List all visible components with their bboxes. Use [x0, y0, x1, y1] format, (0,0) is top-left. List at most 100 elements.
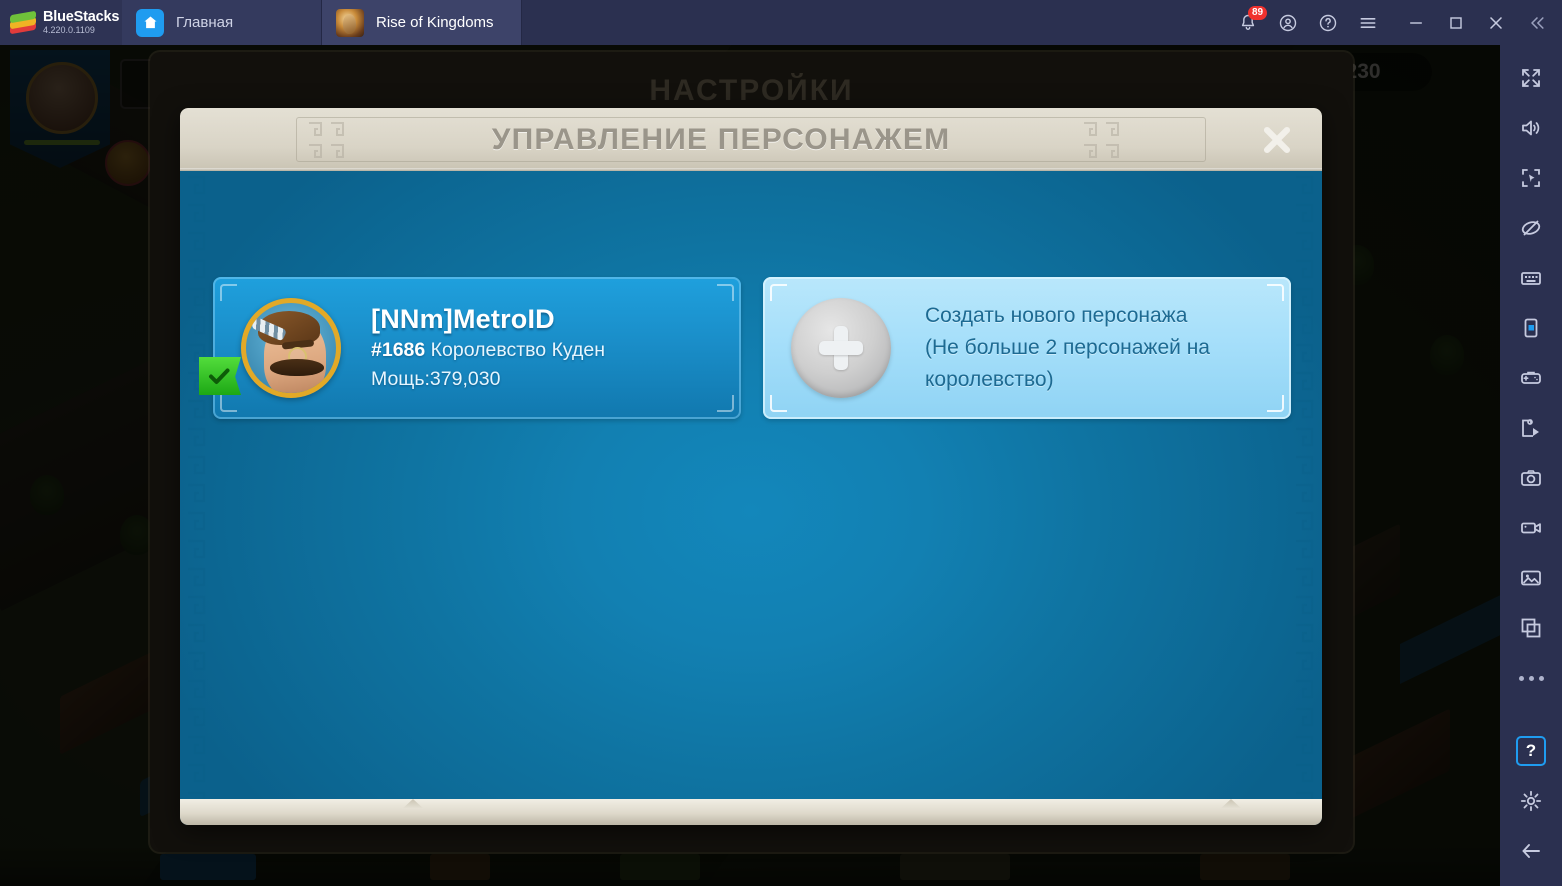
arrow-left-icon [1522, 844, 1540, 858]
card-corner [717, 395, 734, 412]
notifications-button[interactable]: 89 [1228, 0, 1268, 45]
footer-notch [402, 799, 424, 809]
character-name: [NNm]MetroID [371, 304, 555, 334]
character-management-dialog: УПРАВЛЕНИЕ ПЕРСОНАЖЕМ [NNm]MetroID #1686… [180, 108, 1322, 825]
tab-home-label: Главная [176, 14, 234, 31]
dialog-body: [NNm]MetroID #1686 Королевство Куден Мощ… [180, 171, 1322, 825]
ellipsis-icon [1518, 675, 1544, 681]
create-character-card[interactable]: Создать нового персонажа (Не больше 2 пе… [763, 277, 1291, 419]
notification-badge: 89 [1248, 6, 1268, 20]
double-chevron-left-icon [1531, 16, 1544, 29]
sidebar-item-keyboard-controls[interactable] [1507, 253, 1555, 303]
avatar-moustache [270, 359, 324, 376]
bluestacks-logo-icon [10, 10, 36, 36]
tab-rise-of-kingdoms[interactable]: Rise of Kingdoms [322, 0, 522, 45]
sidebar-item-fullscreen[interactable] [1507, 53, 1555, 103]
card-corner [1267, 395, 1284, 412]
menu-button[interactable] [1348, 0, 1388, 45]
keyboard-icon [1521, 272, 1541, 285]
footer-notch [1220, 799, 1242, 809]
no-eye-icon [1521, 220, 1541, 236]
selected-check-badge [199, 357, 241, 395]
gamepad-icon [1521, 371, 1541, 384]
greek-key-ornament-icon [1084, 122, 1119, 158]
sidebar-item-media-manager[interactable] [1507, 553, 1555, 603]
home-icon [136, 8, 164, 37]
maximize-icon [1450, 16, 1462, 29]
close-x-icon [1263, 126, 1291, 154]
avatar [241, 298, 341, 398]
image-icon [1521, 570, 1541, 586]
crosshair-icon [1522, 169, 1540, 187]
tab-rise-of-kingdoms-label: Rise of Kingdoms [376, 14, 494, 31]
settings-panel-title: НАСТРОЙКИ [649, 74, 854, 107]
gear-icon [1520, 790, 1542, 812]
script-play-icon [1522, 419, 1539, 437]
sidebar-item-settings[interactable] [1507, 776, 1555, 826]
sidebar-item-eye-off[interactable] [1507, 203, 1555, 253]
dialog-title: УПРАВЛЕНИЕ ПЕРСОНАЖЕМ [491, 122, 951, 156]
create-line-2: (Не больше 2 персонажей на [925, 336, 1210, 359]
sidebar-item-device-rotate[interactable] [1507, 303, 1555, 353]
create-character-text: Создать нового персонажа (Не больше 2 пе… [925, 300, 1210, 396]
kingdom-id: #1686 [371, 339, 426, 361]
plus-icon [817, 324, 865, 372]
minimize-button[interactable] [1396, 0, 1436, 45]
minimize-icon [1410, 21, 1422, 24]
bluestacks-window: 1,230 НАСТРОЙКИ [0, 0, 1562, 886]
sidebar-item-multi-instance[interactable] [1507, 603, 1555, 653]
checkmark-icon [208, 368, 229, 384]
help-button[interactable] [1308, 0, 1348, 45]
sidebar-item-shooting-mode[interactable] [1507, 153, 1555, 203]
card-corner [770, 284, 787, 301]
dialog-footer [180, 799, 1322, 825]
game-app-icon [336, 8, 364, 37]
sidebar-item-record-video[interactable] [1507, 503, 1555, 553]
bluestacks-topbar: BlueStacks 4.220.0.1109 Главная Rise of … [0, 0, 1562, 45]
brand-version: 4.220.0.1109 [43, 24, 95, 35]
user-circle-icon [1279, 14, 1297, 31]
tab-home[interactable]: Главная [122, 0, 322, 45]
hamburger-icon [1360, 17, 1376, 28]
card-corner [220, 284, 237, 301]
sidebar-item-help[interactable]: ? [1507, 726, 1555, 776]
brand-name: BlueStacks [43, 8, 120, 25]
speaker-icon [1522, 120, 1540, 136]
tab-strip: Главная Rise of Kingdoms [122, 0, 522, 45]
sidebar-item-gamepad[interactable] [1507, 353, 1555, 403]
close-button[interactable] [1476, 0, 1516, 45]
account-button[interactable] [1268, 0, 1308, 45]
camera-icon [1521, 470, 1541, 486]
character-card-existing[interactable]: [NNm]MetroID #1686 Королевство Куден Мощ… [199, 277, 741, 419]
greek-key-border-right-icon [1296, 175, 1314, 811]
add-character-button[interactable] [791, 298, 891, 398]
sidebar-item-macro-recorder[interactable] [1507, 403, 1555, 453]
dialog-close-button[interactable] [1254, 120, 1300, 160]
sidebar-item-more-options[interactable] [1507, 653, 1555, 703]
maximize-button[interactable] [1436, 0, 1476, 45]
dialog-header: УПРАВЛЕНИЕ ПЕРСОНАЖЕМ [180, 108, 1322, 171]
collapse-sidebar-button[interactable] [1516, 0, 1558, 45]
topbar-actions: 89 [1228, 0, 1562, 45]
fullscreen-icon [1522, 69, 1540, 87]
card-corner [770, 395, 787, 412]
greek-key-border-left-icon [188, 175, 206, 811]
character-power: Мощь:379,030 [371, 368, 501, 390]
character-info: [NNm]MetroID #1686 Королевство Куден Мощ… [371, 302, 605, 394]
sidebar-item-volume[interactable] [1507, 103, 1555, 153]
character-cards-row: [NNm]MetroID #1686 Королевство Куден Мощ… [199, 277, 1291, 419]
bluestacks-sidebar: ? [1500, 45, 1562, 886]
create-line-3: королевство) [925, 368, 1054, 391]
sidebar-item-back[interactable] [1507, 826, 1555, 876]
bluestacks-brand[interactable]: BlueStacks 4.220.0.1109 [0, 0, 122, 45]
card-corner [1267, 284, 1284, 301]
card-corner [220, 395, 237, 412]
question-mark-icon: ? [1516, 736, 1546, 766]
sidebar-item-screenshot[interactable] [1507, 453, 1555, 503]
character-kingdom: #1686 Королевство Куден [371, 336, 605, 365]
question-circle-icon [1319, 14, 1337, 31]
video-camera-icon [1521, 522, 1541, 534]
kingdom-name: Королевство Куден [430, 339, 606, 361]
phone-icon [1524, 318, 1538, 338]
